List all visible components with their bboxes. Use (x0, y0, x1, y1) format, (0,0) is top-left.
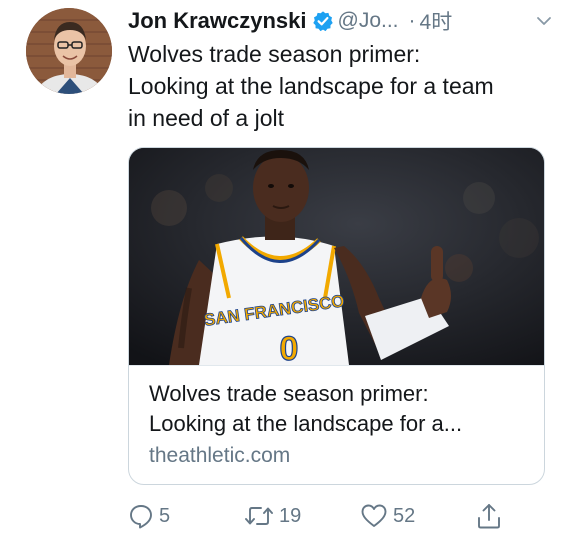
card-domain: theathletic.com (149, 444, 291, 467)
tweet-text-line: in need of a jolt (128, 105, 285, 131)
card-image: SAN FRANCISCO 0 (129, 148, 544, 365)
reply-icon (128, 503, 154, 529)
tweet-header: Jon Krawczynski @Jo... · 4时 (128, 6, 559, 36)
reply-count: 5 (159, 504, 171, 527)
tweet-text-line: Wolves trade season primer: (128, 41, 421, 67)
jersey-number: 0 (280, 330, 299, 365)
link-preview-card[interactable]: SAN FRANCISCO 0 Wolves trade season prim… (128, 147, 545, 485)
author-name[interactable]: Jon Krawczynski (128, 8, 307, 34)
card-title-line: Looking at the landscape for a... (149, 411, 463, 436)
author-handle[interactable]: @Jo... (338, 9, 399, 33)
tweet-actions: 5 19 52 (128, 496, 508, 536)
card-title-line: Wolves trade season primer: (149, 381, 429, 406)
tweet-timestamp[interactable]: 4时 (420, 6, 453, 36)
like-button[interactable]: 52 (360, 496, 415, 536)
author-avatar[interactable] (26, 8, 112, 94)
tweet-text: Wolves trade season primer: Looking at t… (128, 38, 558, 134)
chevron-down-icon[interactable] (533, 10, 555, 32)
verified-badge-icon (312, 10, 334, 32)
tweet-text-line: Looking at the landscape for a team (128, 73, 494, 99)
retweet-button[interactable]: 19 (244, 496, 301, 536)
share-icon (476, 502, 502, 530)
heart-icon (360, 503, 388, 529)
share-button[interactable] (476, 496, 502, 536)
like-count: 52 (393, 504, 416, 527)
retweet-icon (244, 503, 274, 529)
reply-button[interactable]: 5 (128, 496, 170, 536)
avatar-photo (26, 8, 112, 94)
card-title: Wolves trade season primer: Looking at t… (149, 379, 526, 439)
card-body: Wolves trade season primer: Looking at t… (129, 365, 544, 484)
retweet-count: 19 (279, 504, 302, 527)
separator-dot: · (408, 9, 416, 32)
